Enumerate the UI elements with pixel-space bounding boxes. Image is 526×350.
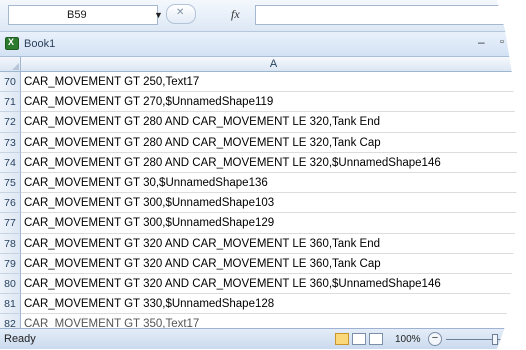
name-box-value: B59 [67,9,87,21]
status-bar: Ready 100% − [0,328,517,349]
zoom-out-button[interactable]: − [428,332,442,346]
restore-icon[interactable]: ▫ [500,36,504,48]
excel-file-icon [5,37,19,50]
select-all-button[interactable] [0,57,21,72]
cell[interactable]: CAR_MOVEMENT GT 320 AND CAR_MOVEMENT LE … [21,234,517,254]
insert-function-icon[interactable]: fx [231,7,240,22]
row-header[interactable]: 77 [0,213,21,234]
table-row: 80 CAR_MOVEMENT GT 320 AND CAR_MOVEMENT L… [0,273,517,295]
formula-cancel-button[interactable]: ✕ [166,4,196,24]
column-header-a[interactable]: A [21,57,517,72]
excel-window: B59 ▼ ✕ fx Book1 – ▫ A 70CAR_MOVEMENT GT… [0,0,517,349]
row-header[interactable]: 72 [0,112,21,133]
cell[interactable]: CAR_MOVEMENT GT 280 AND CAR_MOVEMENT LE … [21,133,517,153]
table-row: 79 CAR_MOVEMENT GT 320 AND CAR_MOVEMENT L… [0,253,517,274]
row-header[interactable]: 78 [0,233,21,254]
table-row: 74 CAR_MOVEMENT GT 280 AND CAR_MOVEMENT L… [0,152,517,173]
cell[interactable]: CAR_MOVEMENT GT 300,$UnnamedShape129 [21,213,517,234]
page-layout-view-icon[interactable] [352,333,366,345]
table-row: 78 CAR_MOVEMENT GT 320 AND CAR_MOVEMENT L… [0,233,517,254]
table-row: 73 CAR_MOVEMENT GT 280 AND CAR_MOVEMENT L… [0,132,517,153]
row-header[interactable]: 71 [0,92,21,113]
row-header[interactable]: 81 [0,294,21,315]
normal-view-icon[interactable] [335,333,349,345]
row-header[interactable]: 75 [0,172,21,194]
column-header-row: A [0,57,517,72]
row-header[interactable]: 80 [0,273,21,295]
row-list: 70 CAR_MOVEMENT GT 250,Text17 71 CAR_MOVEME… [0,72,517,335]
cell[interactable]: CAR_MOVEMENT GT 320 AND CAR_MOVEMENT LE … [21,274,517,295]
cell[interactable]: CAR_MOVEMENT GT 300,$UnnamedShape103 [21,193,517,214]
row-header[interactable]: 73 [0,132,21,153]
chevron-down-icon[interactable]: ▼ [154,10,163,20]
row-header[interactable]: 79 [0,253,21,274]
cell[interactable]: CAR_MOVEMENT GT 250,Text17 [21,72,517,93]
cell[interactable]: CAR_MOVEMENT GT 280 AND CAR_MOVEMENT LE … [21,153,517,173]
workbook-title-bar: Book1 – ▫ [0,32,517,57]
table-row: 77 CAR_MOVEMENT GT 300,$UnnamedShape129 [0,213,517,234]
minimize-icon[interactable]: – [478,35,485,49]
formula-input[interactable] [255,5,517,25]
table-row: 71 CAR_MOVEMENT GT 270,$UnnamedShape119 [0,92,517,113]
cell[interactable]: CAR_MOVEMENT GT 280 AND CAR_MOVEMENT LE … [21,112,517,133]
table-row: 75 CAR_MOVEMENT GT 30,$UnnamedShape136 [0,172,517,194]
page-break-view-icon[interactable] [369,333,383,345]
workbook-title: Book1 [24,38,56,50]
table-row: 81 CAR_MOVEMENT GT 330,$UnnamedShape128 [0,294,517,315]
name-box[interactable]: B59 ▼ [8,5,163,25]
cell[interactable]: CAR_MOVEMENT GT 270,$UnnamedShape119 [21,92,517,113]
row-header[interactable]: 76 [0,193,21,214]
status-text: Ready [4,333,36,345]
cell[interactable]: CAR_MOVEMENT GT 330,$UnnamedShape128 [21,294,517,315]
table-row: 76 CAR_MOVEMENT GT 300,$UnnamedShape103 [0,193,517,214]
row-header[interactable]: 74 [0,152,21,173]
cell[interactable]: CAR_MOVEMENT GT 30,$UnnamedShape136 [21,173,517,194]
cancel-icon: ✕ [176,7,185,18]
row-header[interactable]: 70 [0,72,21,93]
table-row: 70 CAR_MOVEMENT GT 250,Text17 [0,72,517,93]
formula-bar: B59 ▼ ✕ fx [0,0,517,32]
zoom-level[interactable]: 100% [395,334,421,345]
cell[interactable]: CAR_MOVEMENT GT 320 AND CAR_MOVEMENT LE … [21,254,517,274]
table-row: 72 CAR_MOVEMENT GT 280 AND CAR_MOVEMENT L… [0,112,517,133]
zoom-slider-thumb[interactable] [492,334,498,345]
